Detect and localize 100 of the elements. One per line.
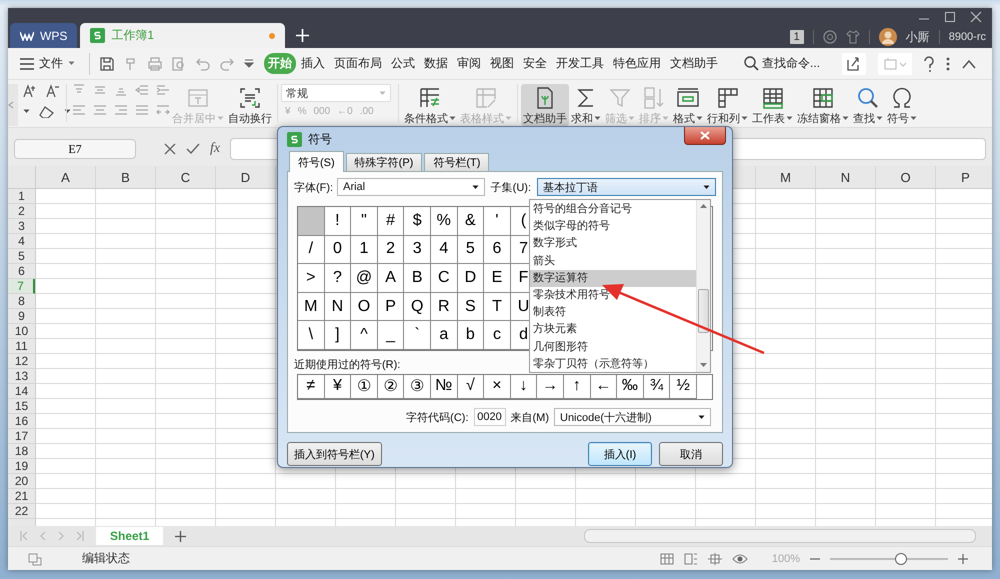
- symbol-cell[interactable]: N: [324, 292, 352, 322]
- symbol-cell[interactable]: E: [484, 264, 511, 293]
- file-menu[interactable]: 文件: [16, 55, 79, 72]
- more-icon[interactable]: [946, 56, 950, 72]
- ribbon-tab[interactable]: 插入: [297, 53, 329, 74]
- symbol-cell[interactable]: №: [430, 374, 458, 399]
- symbol-cell[interactable]: √: [458, 374, 484, 399]
- ribbon-tab[interactable]: 特色应用: [609, 53, 665, 74]
- symbol-cell[interactable]: #: [378, 207, 404, 236]
- symbol-cell[interactable]: `: [404, 321, 431, 350]
- symbol-cell[interactable]: O: [351, 292, 378, 322]
- ribbon-tab[interactable]: 公式: [387, 53, 419, 74]
- symbol-cell[interactable]: ↓: [510, 374, 538, 399]
- symbol-cell[interactable]: ¾: [644, 374, 670, 399]
- column-header[interactable]: P: [936, 166, 992, 188]
- symbol-cell[interactable]: →: [537, 374, 564, 399]
- symbol-cell[interactable]: 0: [324, 236, 352, 264]
- ribbon-tab[interactable]: 文档助手: [666, 53, 722, 74]
- ribbon-button[interactable]: 查找: [851, 84, 885, 126]
- row-header[interactable]: 17: [8, 429, 35, 444]
- ribbon-button[interactable]: 条件格式: [402, 84, 458, 126]
- font-dropdown[interactable]: Arial: [337, 178, 485, 196]
- user-name[interactable]: 小厮: [906, 28, 930, 46]
- row-header[interactable]: 5: [8, 249, 35, 264]
- symbol-cell[interactable]: [298, 207, 325, 236]
- name-box[interactable]: E7: [14, 139, 136, 159]
- ribbon-button[interactable]: 冻结窗格: [795, 84, 851, 126]
- column-header[interactable]: N: [816, 166, 876, 188]
- close-button[interactable]: [684, 127, 726, 145]
- symbol-cell[interactable]: &: [458, 207, 484, 236]
- symbol-cell[interactable]: ‰: [617, 374, 644, 399]
- column-header[interactable]: M: [756, 166, 816, 188]
- row-header[interactable]: 1: [8, 189, 35, 204]
- symbol-cell[interactable]: >: [298, 264, 325, 293]
- row-header[interactable]: 3: [8, 219, 35, 234]
- row-header[interactable]: 22: [8, 504, 35, 519]
- rows-columns-icon[interactable]: [716, 86, 740, 110]
- caret-icon[interactable]: [698, 414, 705, 420]
- row-header[interactable]: 8: [8, 294, 35, 309]
- encoding-dropdown[interactable]: Unicode(十六进制): [554, 408, 711, 426]
- scroll-up-icon[interactable]: [700, 204, 707, 208]
- shrink-font-icon[interactable]: [46, 84, 60, 97]
- symbol-cell[interactable]: ③: [404, 374, 431, 399]
- wrap-text-icon[interactable]: [238, 86, 262, 110]
- row-header[interactable]: 12: [8, 354, 35, 369]
- command-search[interactable]: 查找命令...: [744, 55, 820, 72]
- share-icon[interactable]: [847, 56, 861, 70]
- ribbon-button[interactable]: 工作表: [750, 84, 795, 126]
- ribbon-tab[interactable]: 安全: [519, 53, 551, 74]
- row-header[interactable]: 10: [8, 324, 35, 339]
- character-code-field[interactable]: 0020: [474, 408, 506, 426]
- symbol-cell[interactable]: $: [404, 207, 431, 236]
- shirt-icon[interactable]: [846, 30, 860, 44]
- settings-icon[interactable]: [822, 30, 837, 44]
- column-header[interactable]: O: [876, 166, 936, 188]
- symbol-cell[interactable]: 3: [404, 236, 431, 264]
- symbol-cell[interactable]: ?: [324, 264, 352, 293]
- dialog-tab[interactable]: 符号(S): [289, 151, 344, 172]
- maximize-icon[interactable]: [944, 11, 956, 23]
- page-break-icon[interactable]: [684, 552, 698, 564]
- symbol-cell[interactable]: \: [298, 321, 325, 350]
- ribbon-tab[interactable]: 视图: [486, 53, 518, 74]
- zoom-slider-thumb[interactable]: [894, 552, 907, 564]
- row-header[interactable]: 15: [8, 399, 35, 414]
- ribbon-button[interactable]: 格式: [671, 84, 705, 126]
- horizontal-scrollbar[interactable]: [584, 529, 976, 543]
- symbol-cell[interactable]: 2: [378, 236, 404, 264]
- column-header[interactable]: C: [156, 166, 216, 188]
- list-item[interactable]: 零杂丁贝符（示意符等）: [530, 356, 696, 373]
- symbol-cell[interactable]: /: [298, 236, 325, 264]
- cancel-icon[interactable]: [164, 143, 176, 155]
- window-count-badge[interactable]: 1: [790, 30, 804, 44]
- symbol-cell[interactable]: _: [378, 321, 404, 350]
- grow-font-icon[interactable]: [23, 84, 37, 97]
- normal-view-icon[interactable]: [660, 552, 674, 564]
- check-icon[interactable]: [186, 143, 200, 155]
- symbol-cell[interactable]: ≠: [298, 374, 325, 399]
- symbol-cell[interactable]: ←: [590, 374, 618, 399]
- symbol-cell[interactable]: B: [404, 264, 431, 293]
- symbol-cell[interactable]: ^: [351, 321, 378, 350]
- ribbon-tab[interactable]: 审阅: [453, 53, 485, 74]
- avatar-icon[interactable]: [878, 28, 897, 46]
- ribbon-button[interactable]: 自动换行: [226, 84, 274, 126]
- symbol-cell[interactable]: c: [484, 321, 511, 350]
- ribbon-tab[interactable]: 开发工具: [552, 53, 608, 74]
- ribbon-button[interactable]: 符号: [885, 84, 919, 126]
- symbol-cell[interactable]: ': [484, 207, 511, 236]
- symbol-cell[interactable]: %: [430, 207, 458, 236]
- dialog-button[interactable]: 插入到符号栏(Y): [287, 442, 382, 466]
- symbol-cell[interactable]: ]: [324, 321, 352, 350]
- dialog-tab[interactable]: 特殊字符(P): [346, 153, 422, 171]
- insert-function-button[interactable]: fx: [210, 141, 220, 157]
- list-item[interactable]: 数字运算符: [530, 270, 696, 287]
- symbol-cell[interactable]: a: [430, 321, 458, 350]
- symbol-cell[interactable]: ¥: [324, 374, 352, 399]
- symbol-cell[interactable]: ②: [378, 374, 404, 399]
- document-tab[interactable]: WPS: [10, 23, 78, 48]
- row-header[interactable]: 21: [8, 489, 35, 504]
- collapse-icon[interactable]: [962, 58, 976, 68]
- ribbon-button[interactable]: 文档助手: [521, 84, 569, 126]
